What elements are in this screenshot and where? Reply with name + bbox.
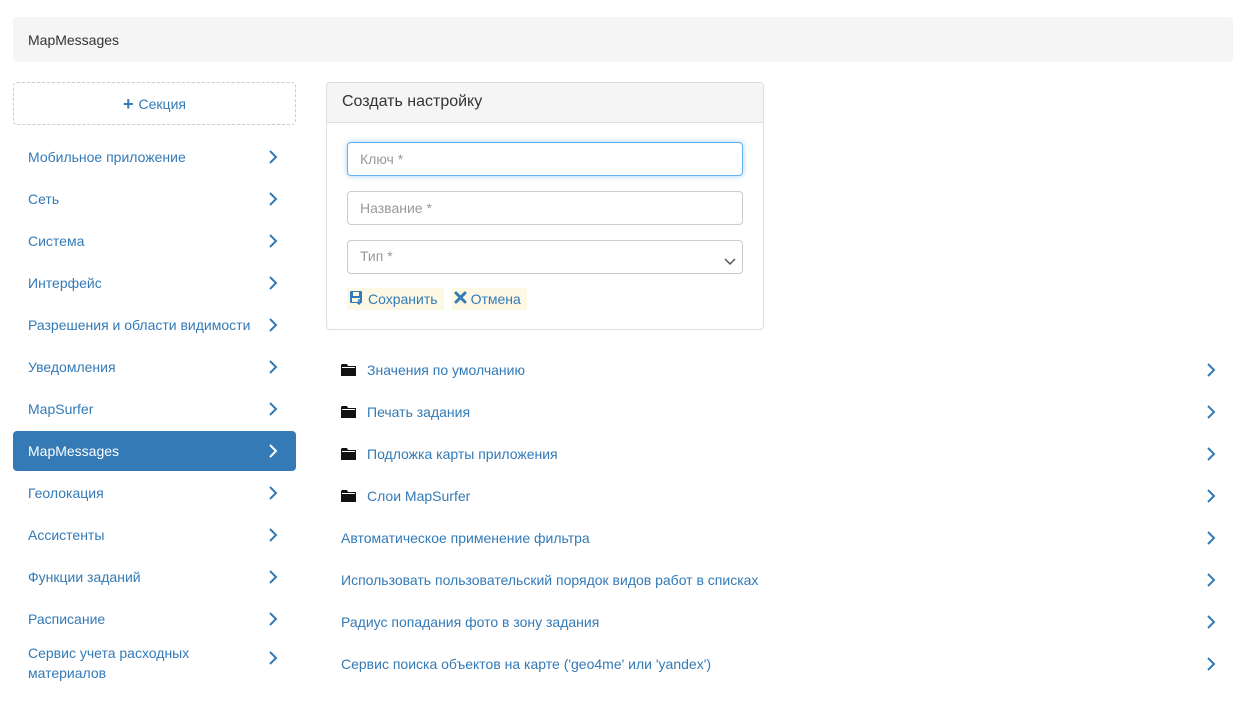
sidebar-item-label: Система <box>28 233 85 249</box>
setting-item-custom-order[interactable]: Использовать пользовательский порядок ви… <box>326 559 1226 601</box>
list-item-label: Использовать пользовательский порядок ви… <box>341 572 759 588</box>
sidebar-item-label: Сервис учета расходных материалов <box>28 645 190 681</box>
sidebar-item-label: Геолокация <box>28 485 104 501</box>
sidebar-item-label: Сеть <box>28 191 60 207</box>
breadcrumb: MapMessages <box>13 17 1233 62</box>
chevron-right-icon <box>268 276 278 290</box>
chevron-right-icon <box>1206 531 1216 545</box>
save-button[interactable]: Сохранить <box>347 288 444 310</box>
sidebar-item-task-functions[interactable]: Функции заданий <box>13 557 296 597</box>
chevron-right-icon <box>1206 657 1216 671</box>
key-input[interactable] <box>347 142 743 176</box>
sidebar-item-label: Разрешения и области видимости <box>28 317 251 333</box>
sidebar-item-label: Ассистенты <box>28 527 105 543</box>
sidebar-item-assistants[interactable]: Ассистенты <box>13 515 296 555</box>
chevron-right-icon <box>1206 615 1216 629</box>
chevron-right-icon <box>1206 447 1216 461</box>
settings-list: Значения по умолчанию Печать задания Под… <box>326 349 1226 685</box>
chevron-right-icon <box>268 486 278 500</box>
sidebar-item-label: Интерфейс <box>28 275 102 291</box>
form-actions: Сохранить Отмена <box>347 288 527 310</box>
sidebar-item-label: Уведомления <box>28 359 116 375</box>
plus-icon: + <box>123 93 134 114</box>
sidebar-item-system[interactable]: Система <box>13 221 296 261</box>
list-item-label: Значения по умолчанию <box>367 362 525 378</box>
sidebar-item-permissions[interactable]: Разрешения и области видимости <box>13 305 296 345</box>
add-section-button[interactable]: + Секция <box>13 82 296 125</box>
create-setting-panel: Создать настройку Тип * Сохранить Отмена <box>326 82 764 330</box>
folder-icon <box>341 489 357 503</box>
sidebar-item-mapmessages[interactable]: MapMessages <box>13 431 296 471</box>
sidebar-item-label: MapSurfer <box>28 401 94 417</box>
chevron-right-icon <box>1206 363 1216 377</box>
sidebar-item-mobile-app[interactable]: Мобильное приложение <box>13 137 296 177</box>
folder-icon <box>341 405 357 419</box>
name-input[interactable] <box>347 191 743 225</box>
list-item-label: Подложка карты приложения <box>367 446 558 462</box>
chevron-right-icon <box>268 318 278 332</box>
sidebar-item-interface[interactable]: Интерфейс <box>13 263 296 303</box>
list-item-label: Радиус попадания фото в зону задания <box>341 614 600 630</box>
list-item-label: Автоматическое применение фильтра <box>341 530 590 546</box>
save-icon <box>349 290 368 308</box>
folder-icon <box>341 447 357 461</box>
chevron-right-icon <box>268 651 278 665</box>
type-select-placeholder: Тип * <box>360 248 393 264</box>
save-label: Сохранить <box>368 291 438 307</box>
sidebar-item-label: Расписание <box>28 611 106 627</box>
breadcrumb-title: MapMessages <box>28 32 120 48</box>
chevron-right-icon <box>1206 573 1216 587</box>
folder-item-basemap[interactable]: Подложка карты приложения <box>326 433 1226 475</box>
chevron-right-icon <box>1206 489 1216 503</box>
chevron-right-icon <box>268 192 278 206</box>
chevron-right-icon <box>268 360 278 374</box>
sidebar: + Секция Мобильное приложение Сеть Систе… <box>13 82 296 687</box>
chevron-right-icon <box>268 234 278 248</box>
sidebar-item-label: Функции заданий <box>28 569 141 585</box>
chevron-down-icon <box>724 253 736 269</box>
chevron-right-icon <box>268 444 278 458</box>
list-item-label: Сервис поиска объектов на карте ('geo4me… <box>341 656 712 672</box>
setting-item-photo-radius[interactable]: Радиус попадания фото в зону задания <box>326 601 1226 643</box>
folder-item-defaults[interactable]: Значения по умолчанию <box>326 349 1226 391</box>
chevron-right-icon <box>268 402 278 416</box>
chevron-right-icon <box>1206 405 1216 419</box>
cancel-button[interactable]: Отмена <box>451 288 527 310</box>
setting-item-auto-filter[interactable]: Автоматическое применение фильтра <box>326 517 1226 559</box>
type-select[interactable]: Тип * <box>347 240 743 274</box>
panel-title: Создать настройку <box>327 83 763 123</box>
folder-icon <box>341 363 357 377</box>
folder-item-task-print[interactable]: Печать задания <box>326 391 1226 433</box>
close-icon <box>454 291 471 307</box>
setting-item-search-service[interactable]: Сервис поиска объектов на карте ('geo4me… <box>326 643 1226 685</box>
sidebar-item-notifications[interactable]: Уведомления <box>13 347 296 387</box>
sidebar-item-label: MapMessages <box>28 443 120 459</box>
chevron-right-icon <box>268 150 278 164</box>
cancel-label: Отмена <box>470 291 521 307</box>
chevron-right-icon <box>268 612 278 626</box>
chevron-right-icon <box>268 570 278 584</box>
folder-item-mapsurfer-layers[interactable]: Слои MapSurfer <box>326 475 1226 517</box>
list-item-label: Слои MapSurfer <box>367 488 471 504</box>
sidebar-item-geolocation[interactable]: Геолокация <box>13 473 296 513</box>
add-section-label: Секция <box>138 95 186 112</box>
sidebar-item-consumables-service[interactable]: Сервис учета расходных материалов <box>13 641 296 685</box>
sidebar-item-network[interactable]: Сеть <box>13 179 296 219</box>
sidebar-item-mapsurfer[interactable]: MapSurfer <box>13 389 296 429</box>
chevron-right-icon <box>268 528 278 542</box>
sidebar-item-label: Мобильное приложение <box>28 149 186 165</box>
list-item-label: Печать задания <box>367 404 471 420</box>
sidebar-item-schedule[interactable]: Расписание <box>13 599 296 639</box>
